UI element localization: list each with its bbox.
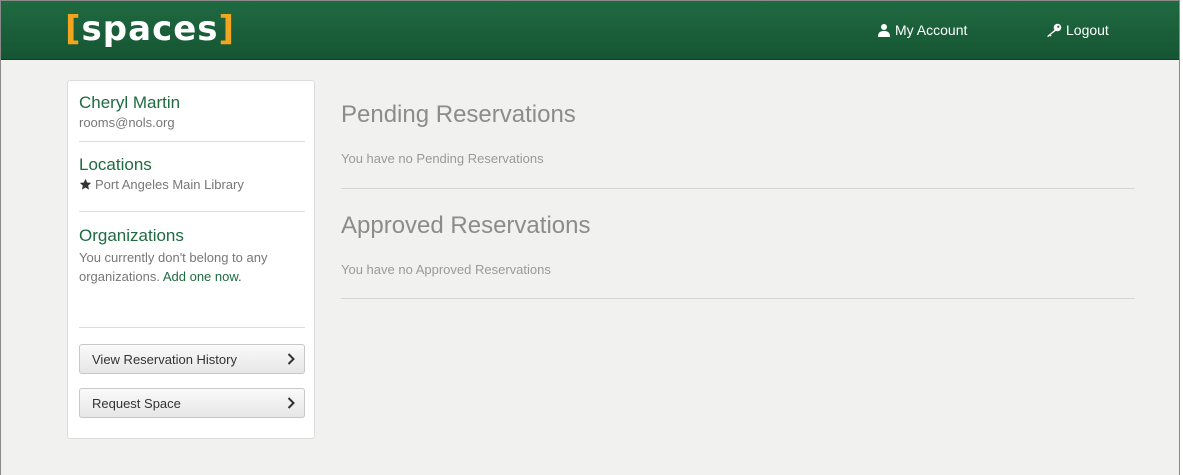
approved-reservations-empty: You have no Approved Reservations [341,262,551,277]
logout-label: Logout [1066,22,1109,38]
user-email: rooms@nols.org [79,115,175,130]
divider [79,327,305,328]
section-divider [341,188,1135,189]
spaces-logo[interactable]: [ spaces ] [65,9,235,49]
request-space-button[interactable]: Request Space [79,388,305,418]
logout-link[interactable]: Logout [1046,1,1109,59]
request-space-label: Request Space [92,395,181,411]
divider [79,141,305,142]
my-account-label: My Account [895,22,968,38]
my-account-link[interactable]: My Account [877,1,967,59]
chevron-right-icon [287,397,295,409]
chevron-right-icon [287,353,295,365]
logo-word: spaces [81,9,219,49]
locations-section: Locations Port Angeles Main Library [79,155,305,194]
user-info: Cheryl Martin rooms@nols.org [79,93,305,132]
organizations-heading: Organizations [79,226,184,245]
key-icon [1046,23,1062,37]
account-sidebar: Cheryl Martin rooms@nols.org Locations P… [67,80,315,439]
section-divider [341,298,1135,299]
location-item: Port Angeles Main Library [79,175,305,194]
view-reservation-history-button[interactable]: View Reservation History [79,344,305,374]
pending-reservations-empty: You have no Pending Reservations [341,151,544,166]
organizations-section: Organizations You currently don't belong… [79,226,305,286]
user-name: Cheryl Martin [79,93,181,112]
user-icon [877,23,891,37]
locations-heading: Locations [79,155,152,174]
top-navbar: [ spaces ] My Account Logout [1,1,1179,60]
pending-reservations-title: Pending Reservations [341,101,576,128]
add-organization-link[interactable]: Add one now. [163,269,242,284]
logo-bracket-open: [ [65,9,82,49]
approved-reservations-title: Approved Reservations [341,212,591,239]
location-name: Port Angeles Main Library [95,177,244,192]
divider [79,211,305,212]
logo-bracket-close: ] [218,9,236,49]
app-window: [ spaces ] My Account Logout Cheryl Mart… [0,0,1180,475]
star-icon [79,178,92,191]
organizations-text-block: You currently don't belong to any organi… [79,246,305,286]
view-reservation-history-label: View Reservation History [92,351,237,367]
